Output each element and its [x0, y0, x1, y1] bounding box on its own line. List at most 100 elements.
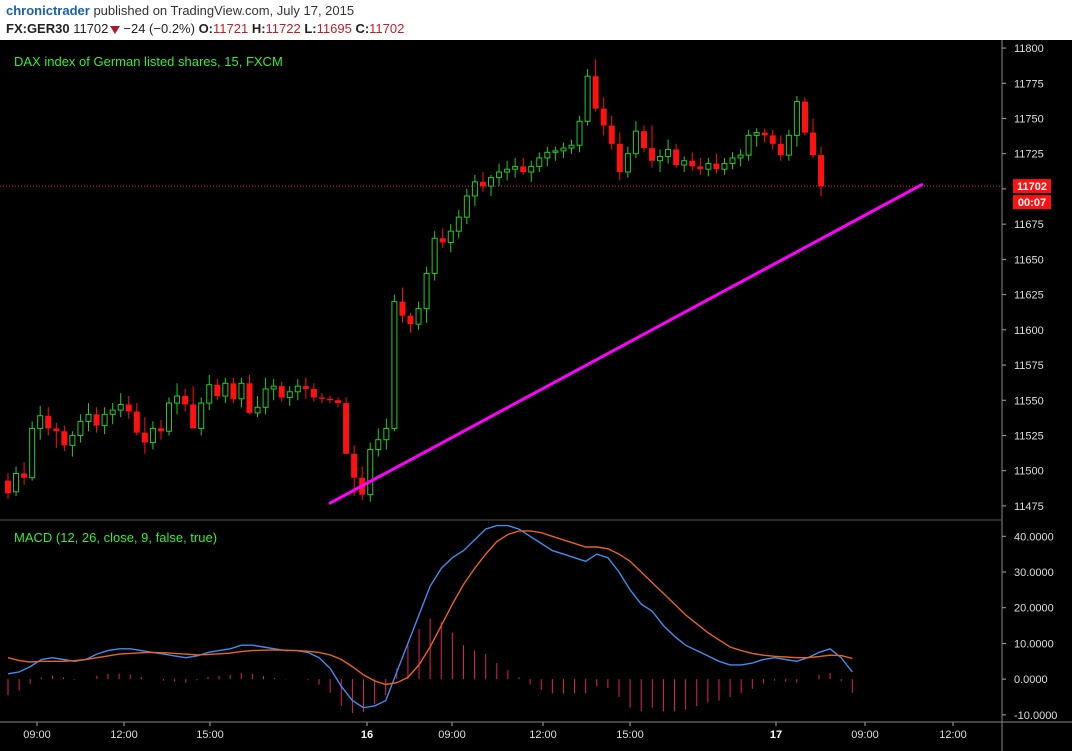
- candle-body: [777, 143, 784, 156]
- price-tick-label: 11625: [1014, 290, 1044, 302]
- open-value: 11721: [213, 21, 249, 36]
- ohlc-line: FX:GER30 11702 −24 (−0.2%) O:11721 H:1172…: [6, 21, 404, 36]
- candle: [431, 231, 438, 281]
- price-tick-label: 11750: [1014, 113, 1044, 125]
- candle-body: [592, 76, 599, 109]
- low-value: 11695: [316, 21, 352, 36]
- chart-header: chronictrader published on TradingView.c…: [0, 0, 1072, 40]
- candle-body: [649, 148, 655, 161]
- price-tick-label: 11475: [1014, 501, 1044, 513]
- candle-body: [810, 132, 816, 156]
- candle-body: [471, 181, 478, 197]
- high-label: H:: [251, 21, 266, 36]
- candle: [29, 421, 36, 481]
- candle-body: [206, 384, 213, 404]
- candle-body: [745, 134, 752, 156]
- candle-body: [423, 272, 430, 310]
- macd-panel-title: MACD (12, 26, close, 9, false, true): [14, 530, 217, 545]
- candle-body: [69, 434, 76, 446]
- candle-body: [552, 150, 559, 153]
- last-price: 11702: [73, 21, 109, 36]
- price-tick-label: 11675: [1014, 219, 1044, 231]
- price-tick-label: 11500: [1014, 466, 1044, 478]
- candle-body: [415, 308, 422, 325]
- candle-body: [801, 101, 808, 133]
- candle-body: [616, 143, 623, 173]
- candle-body: [568, 144, 575, 149]
- candle-body: [270, 385, 277, 390]
- candle-body: [818, 155, 825, 187]
- candle-body: [77, 420, 84, 436]
- candle-body: [769, 135, 776, 144]
- candle: [801, 97, 808, 136]
- candle-body: [286, 391, 293, 398]
- candle-body: [29, 427, 36, 479]
- candle-body: [133, 411, 140, 433]
- candle-body: [528, 165, 535, 173]
- candle-body: [318, 397, 325, 399]
- candle-body: [447, 230, 454, 243]
- candle-body: [190, 404, 197, 429]
- candle-body: [254, 406, 261, 414]
- time-tick-label: 09:00: [438, 729, 466, 741]
- candle-body: [45, 415, 52, 429]
- candle-body: [431, 237, 438, 274]
- candle-body: [560, 147, 567, 152]
- candle-body: [302, 386, 309, 389]
- candle-body: [294, 385, 301, 393]
- time-tick-label: 17: [770, 729, 782, 741]
- candle-body: [157, 428, 164, 432]
- time-tick-label: 09:00: [23, 729, 51, 741]
- candle-body: [697, 166, 704, 170]
- candle-body: [536, 157, 543, 167]
- candle-body: [439, 238, 446, 243]
- candle-body: [640, 131, 647, 149]
- price-tick-label: 11525: [1014, 430, 1044, 442]
- candle-body: [455, 216, 462, 232]
- candle-body: [753, 132, 760, 136]
- author-link[interactable]: chronictrader: [6, 3, 90, 18]
- candle-body: [343, 403, 350, 454]
- price-tick-label: 11650: [1014, 254, 1044, 266]
- candle-body: [101, 413, 108, 427]
- candle-body: [53, 428, 60, 432]
- price-panel-title: DAX index of German listed shares, 15, F…: [14, 54, 283, 69]
- candle-body: [246, 383, 253, 413]
- candle-body: [785, 134, 792, 156]
- candle-body: [673, 149, 680, 165]
- candle-body: [689, 160, 696, 167]
- candle: [166, 397, 172, 436]
- price-tick-label: 11550: [1014, 395, 1044, 407]
- price-tick-label: 11775: [1014, 78, 1044, 90]
- candle-body: [544, 151, 551, 159]
- candle-body: [407, 315, 414, 325]
- candle: [367, 442, 374, 502]
- chart-canvas[interactable]: 11475 11500 11525 11550 11575 11600 11625 11650…: [0, 40, 1072, 751]
- candle-body: [93, 414, 100, 426]
- time-tick-label: 12:00: [110, 729, 138, 741]
- candle-body: [174, 395, 181, 404]
- candle-body: [584, 75, 591, 122]
- high-value: 11722: [265, 21, 301, 36]
- publish-line: chronictrader published on TradingView.c…: [6, 3, 354, 18]
- candle-body: [198, 402, 205, 429]
- time-tick-label: 15:00: [196, 729, 224, 741]
- candle-body: [278, 386, 285, 398]
- candle-body: [761, 132, 768, 136]
- candle: [391, 294, 398, 432]
- price-change: −24 (−0.2%): [123, 21, 195, 36]
- candle-body: [793, 101, 800, 136]
- candle-body: [125, 404, 132, 412]
- price-tick-label: 11600: [1014, 325, 1044, 337]
- price-tick-label: 11800: [1014, 43, 1044, 55]
- candle-body: [721, 163, 728, 170]
- candle-body: [21, 473, 28, 478]
- candle-body: [375, 439, 382, 451]
- symbol-label: FX:GER30: [6, 21, 70, 36]
- candle-body: [737, 154, 744, 159]
- candle-body: [391, 301, 398, 429]
- candle-body: [141, 432, 148, 443]
- countdown-label: 00:07: [1018, 197, 1046, 209]
- candle-body: [729, 157, 736, 165]
- candle-body: [576, 120, 583, 146]
